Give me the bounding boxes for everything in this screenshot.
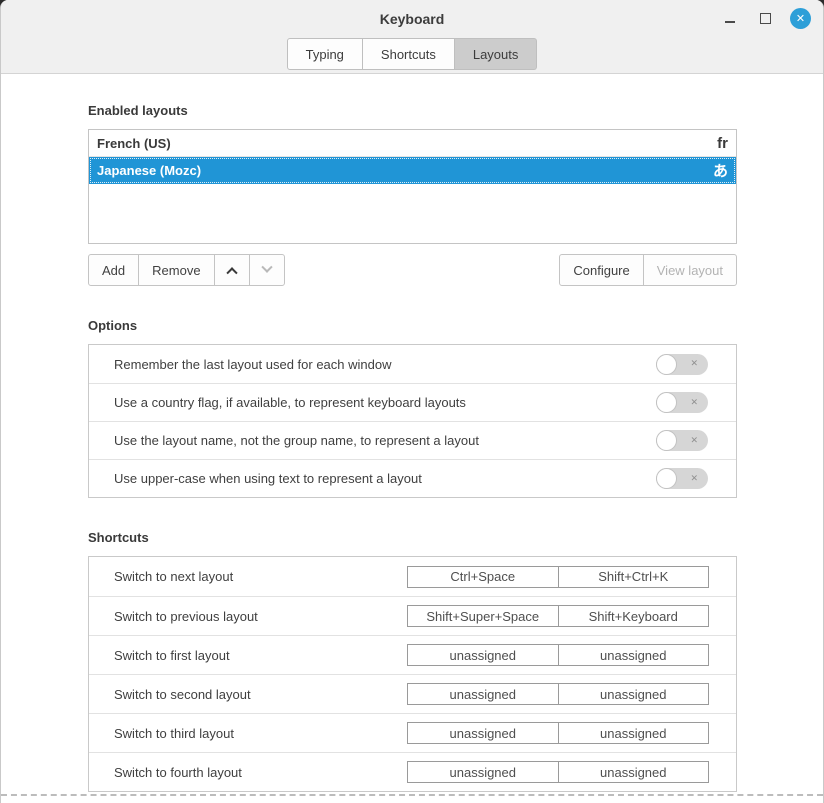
maximize-icon	[760, 13, 771, 24]
move-up-button[interactable]	[214, 254, 250, 286]
layout-name: Japanese (Mozc)	[97, 163, 201, 178]
enabled-layouts-list: French (US) fr Japanese (Mozc) あ	[88, 129, 737, 244]
layout-row-french[interactable]: French (US) fr	[89, 130, 736, 157]
tab-bar: Typing Shortcuts Layouts	[1, 37, 823, 73]
layout-name: French (US)	[97, 136, 171, 151]
option-label: Use upper-case when using text to repres…	[114, 471, 422, 486]
keybinding-cell-1[interactable]: Ctrl+Space	[408, 567, 558, 587]
option-row-remember-layout: Remember the last layout used for each w…	[89, 345, 736, 383]
tab-layouts[interactable]: Layouts	[455, 38, 538, 70]
keybinding-cell-1[interactable]: unassigned	[408, 684, 558, 704]
toggle-off-icon: ✕	[690, 358, 698, 369]
shortcut-row-first-layout: Switch to first layout unassigned unassi…	[89, 635, 736, 674]
option-row-layout-name: Use the layout name, not the group name,…	[89, 421, 736, 459]
keybinding-cell-1[interactable]: unassigned	[408, 723, 558, 743]
toggle-layout-name[interactable]: ✕	[656, 430, 708, 451]
toggle-knob	[656, 392, 677, 413]
option-label: Use the layout name, not the group name,…	[114, 433, 479, 448]
shortcut-row-previous-layout: Switch to previous layout Shift+Super+Sp…	[89, 596, 736, 635]
shortcut-label: Switch to first layout	[114, 648, 230, 663]
tab-shortcuts-label: Shortcuts	[381, 47, 436, 62]
window-header: Keyboard ✕ Typing Shortcuts Layouts	[1, 0, 823, 74]
maximize-button[interactable]	[755, 9, 775, 29]
close-icon: ✕	[796, 12, 805, 25]
keybinding-cell-2[interactable]: unassigned	[558, 684, 709, 704]
shortcut-label: Switch to third layout	[114, 726, 234, 741]
window-title: Keyboard	[380, 11, 445, 27]
keybinding-cell-2[interactable]: Shift+Ctrl+K	[558, 567, 709, 587]
minimize-icon	[725, 21, 735, 23]
shortcuts-panel: Switch to next layout Ctrl+Space Shift+C…	[88, 556, 737, 792]
toggle-off-icon: ✕	[690, 397, 698, 408]
keybinding-cell-2[interactable]: unassigned	[558, 762, 709, 782]
keybinding-group: unassigned unassigned	[407, 761, 709, 783]
layout-edit-buttons: Add Remove	[88, 254, 285, 286]
layout-buttons-row: Add Remove Configure View layout	[88, 254, 737, 286]
toggle-remember-layout[interactable]: ✕	[656, 354, 708, 375]
options-panel: Remember the last layout used for each w…	[88, 344, 737, 498]
toggle-knob	[656, 468, 677, 489]
keybinding-group: Shift+Super+Space Shift+Keyboard	[407, 605, 709, 627]
shortcut-label: Switch to fourth layout	[114, 765, 242, 780]
toggle-off-icon: ✕	[690, 473, 698, 484]
shortcut-row-next-layout: Switch to next layout Ctrl+Space Shift+C…	[89, 557, 736, 596]
shortcut-row-fourth-layout: Switch to fourth layout unassigned unass…	[89, 752, 736, 791]
tab-typing[interactable]: Typing	[287, 38, 363, 70]
keybinding-group: unassigned unassigned	[407, 683, 709, 705]
keybinding-cell-2[interactable]: unassigned	[558, 723, 709, 743]
minimize-button[interactable]	[720, 9, 740, 29]
option-label: Use a country flag, if available, to rep…	[114, 395, 466, 410]
keyboard-settings-window: Keyboard ✕ Typing Shortcuts Layouts Enab…	[0, 0, 824, 803]
layout-action-buttons: Configure View layout	[559, 254, 737, 286]
shortcuts-heading: Shortcuts	[88, 530, 737, 545]
option-row-upper-case: Use upper-case when using text to repres…	[89, 459, 736, 497]
configure-button[interactable]: Configure	[559, 254, 643, 286]
enabled-layouts-heading: Enabled layouts	[88, 103, 737, 118]
layout-row-japanese[interactable]: Japanese (Mozc) あ	[89, 157, 736, 184]
window-bottom-edge	[1, 794, 823, 796]
chevron-down-icon	[261, 262, 272, 273]
keybinding-group: unassigned unassigned	[407, 722, 709, 744]
layout-indicator-ja: あ	[713, 160, 728, 181]
option-label: Remember the last layout used for each w…	[114, 357, 391, 372]
chevron-up-icon	[226, 267, 237, 278]
option-row-country-flag: Use a country flag, if available, to rep…	[89, 383, 736, 421]
keybinding-cell-1[interactable]: Shift+Super+Space	[408, 606, 558, 626]
layout-indicator-fr: fr	[717, 135, 728, 152]
keybinding-cell-2[interactable]: unassigned	[558, 645, 709, 665]
move-down-button[interactable]	[249, 254, 285, 286]
tab-shortcuts[interactable]: Shortcuts	[363, 38, 455, 70]
toggle-knob	[656, 430, 677, 451]
options-heading: Options	[88, 318, 737, 333]
keybinding-group: Ctrl+Space Shift+Ctrl+K	[407, 566, 709, 588]
tab-group: Typing Shortcuts Layouts	[287, 38, 538, 70]
keybinding-cell-1[interactable]: unassigned	[408, 762, 558, 782]
add-button[interactable]: Add	[88, 254, 139, 286]
shortcut-row-second-layout: Switch to second layout unassigned unass…	[89, 674, 736, 713]
shortcut-label: Switch to next layout	[114, 569, 233, 584]
toggle-upper-case[interactable]: ✕	[656, 468, 708, 489]
keybinding-cell-2[interactable]: Shift+Keyboard	[558, 606, 709, 626]
tab-layouts-label: Layouts	[473, 47, 519, 62]
view-layout-button[interactable]: View layout	[643, 254, 737, 286]
remove-button[interactable]: Remove	[138, 254, 214, 286]
shortcut-label: Switch to previous layout	[114, 609, 258, 624]
shortcut-row-third-layout: Switch to third layout unassigned unassi…	[89, 713, 736, 752]
toggle-knob	[656, 354, 677, 375]
toggle-off-icon: ✕	[690, 435, 698, 446]
window-controls: ✕	[720, 0, 811, 37]
tab-typing-label: Typing	[306, 47, 344, 62]
toggle-country-flag[interactable]: ✕	[656, 392, 708, 413]
keybinding-cell-1[interactable]: unassigned	[408, 645, 558, 665]
close-button[interactable]: ✕	[790, 8, 811, 29]
layouts-page: Enabled layouts French (US) fr Japanese …	[1, 74, 823, 803]
keybinding-group: unassigned unassigned	[407, 644, 709, 666]
titlebar: Keyboard ✕	[1, 0, 823, 37]
shortcut-label: Switch to second layout	[114, 687, 251, 702]
